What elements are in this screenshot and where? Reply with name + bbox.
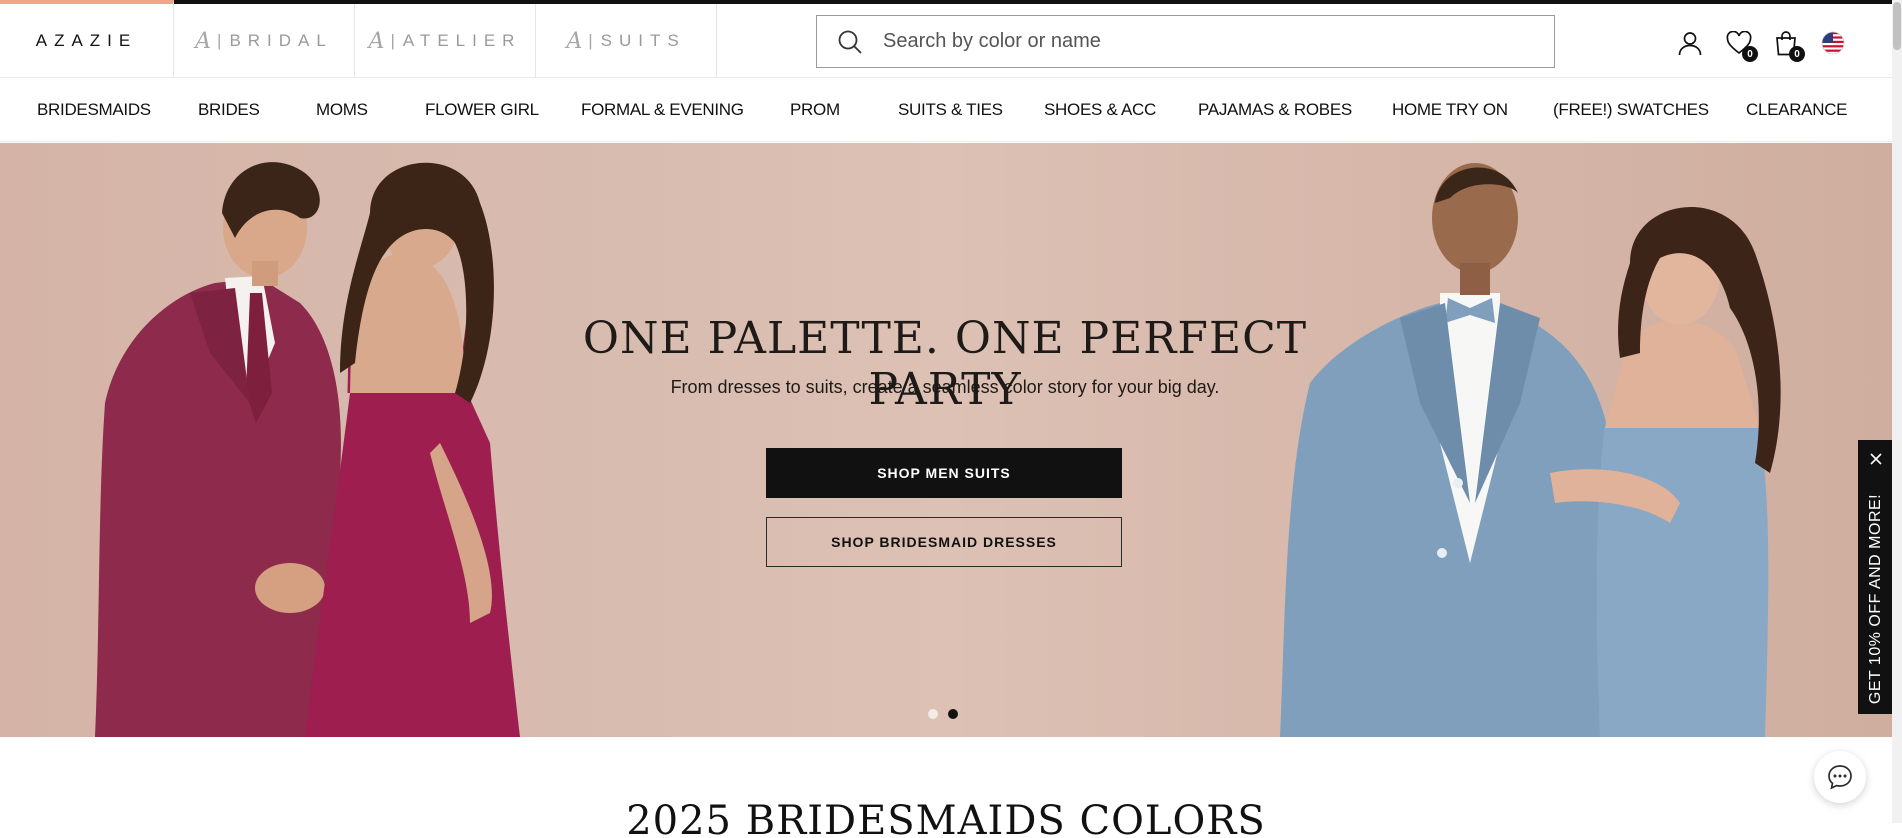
brand-tab-suits[interactable]: A | SUITS: [536, 4, 717, 78]
left-couple-illustration: [95, 162, 520, 737]
cart-count-badge: 0: [1789, 46, 1805, 62]
search-icon[interactable]: [837, 29, 863, 55]
search-input[interactable]: [881, 29, 1554, 54]
nav-item-home-try-on[interactable]: HOME TRY ON: [1392, 78, 1508, 142]
logo: AZAZIE: [35, 31, 138, 50]
brand-tab-atelier[interactable]: A | ATELIER: [355, 4, 536, 78]
divider: |: [588, 31, 593, 50]
nav-item-brides[interactable]: BRIDES: [198, 78, 260, 142]
divider: |: [217, 31, 222, 50]
page-scrollbar[interactable]: [1892, 0, 1902, 823]
brand-tab-label: SUITS: [600, 31, 686, 50]
carousel-dot-active[interactable]: [948, 709, 958, 719]
nav-item-moms[interactable]: MOMS: [316, 78, 368, 142]
nav-item-free-swatches[interactable]: (FREE!) SWATCHES: [1553, 78, 1709, 142]
brand-tabs: AZAZIE A | BRIDAL A | ATELIER A | SUITS: [0, 0, 717, 78]
nav-item-suits-ties[interactable]: SUITS & TIES: [898, 78, 1003, 142]
nav-item-prom[interactable]: PROM: [790, 78, 840, 142]
nav-item-clearance[interactable]: CLEARANCE: [1746, 78, 1848, 142]
brand-tab-bridal[interactable]: A | BRIDAL: [174, 4, 355, 78]
monogram-icon: A: [566, 28, 583, 54]
nav-item-formal-evening[interactable]: FORMAL & EVENING: [581, 78, 744, 142]
nav-item-shoes-acc[interactable]: SHOES & ACC: [1044, 78, 1156, 142]
search-box[interactable]: [816, 15, 1555, 68]
wishlist-button[interactable]: 0: [1724, 28, 1758, 62]
section-title: 2025 BRIDESMAIDS COLORS: [626, 798, 1266, 838]
promo-side-tab[interactable]: GET 10% OFF AND MORE!: [1858, 440, 1894, 714]
hero-subtitle: From dresses to suits, create a seamless…: [670, 377, 1220, 397]
cart-button[interactable]: 0: [1771, 28, 1805, 62]
carousel-dots: [928, 709, 958, 719]
hero-banner[interactable]: ONE PALETTE. ONE PERFECT PARTY From dres…: [0, 143, 1892, 737]
top-bar: AZAZIE A | BRIDAL A | ATELIER A | SUITS 0 0: [0, 0, 1892, 78]
close-icon[interactable]: [1858, 448, 1894, 470]
brand-tab-label: ATELIER: [402, 31, 522, 50]
account-icon[interactable]: [1675, 28, 1705, 58]
main-nav: BRIDESMAIDS BRIDES MOMS FLOWER GIRL FORM…: [0, 78, 1892, 142]
brand-tab-label: BRIDAL: [229, 31, 333, 50]
scrollbar-thumb[interactable]: [1893, 2, 1901, 50]
nav-item-pajamas-robes[interactable]: PAJAMAS & ROBES: [1198, 78, 1352, 142]
chat-button[interactable]: [1814, 751, 1866, 803]
wishlist-count-badge: 0: [1742, 46, 1758, 62]
divider: |: [390, 31, 395, 50]
hero-image: [95, 162, 1781, 737]
us-flag-icon[interactable]: [1818, 28, 1848, 58]
promo-label: GET 10% OFF AND MORE!: [1867, 493, 1884, 705]
carousel-dot[interactable]: [928, 709, 938, 719]
right-couple-illustration: [1280, 163, 1781, 737]
nav-item-flower-girl[interactable]: FLOWER GIRL: [425, 78, 539, 142]
chat-icon: [1828, 765, 1852, 790]
brand-tab-azazie[interactable]: AZAZIE: [0, 0, 174, 78]
shop-bridesmaid-dresses-button[interactable]: SHOP BRIDESMAID DRESSES: [766, 517, 1122, 567]
monogram-icon: A: [195, 28, 212, 54]
shop-men-suits-button[interactable]: SHOP MEN SUITS: [766, 448, 1122, 498]
nav-item-bridesmaids[interactable]: BRIDESMAIDS: [37, 78, 151, 142]
hero-title: ONE PALETTE. ONE PERFECT PARTY: [582, 313, 1308, 415]
monogram-icon: A: [368, 28, 385, 54]
